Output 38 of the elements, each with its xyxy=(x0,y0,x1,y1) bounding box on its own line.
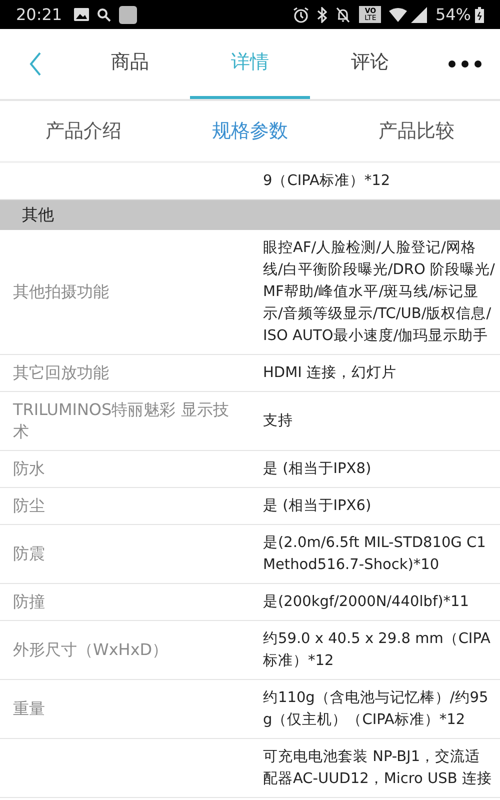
spec-value: 支持 xyxy=(263,412,294,431)
image-icon xyxy=(74,8,90,21)
spec-value: 是 (相当于IPX6) xyxy=(263,497,372,516)
nav-tab[interactable]: 评论 xyxy=(310,29,430,99)
spec-value: 是(200kgf/2000N/440lbf)*11 xyxy=(263,593,470,612)
spec-label: TRILUMINOS特丽魅彩 显示技术 xyxy=(12,399,230,443)
back-icon xyxy=(29,52,41,76)
spec-label: 防震 xyxy=(12,543,46,565)
muted-bell-icon xyxy=(335,6,352,22)
spec-value: 是 (相当于IPX8) xyxy=(263,460,372,479)
search-icon xyxy=(97,8,112,22)
spec-label: 其他拍摄功能 xyxy=(12,281,110,303)
spec-label: 重量 xyxy=(12,698,46,720)
spec-label: 防尘 xyxy=(12,495,46,517)
spec-label: 外形尺寸（WxHxD） xyxy=(12,639,170,661)
spec-value: 约110g（含电池与记忆棒）/约95g（仅主机）（CIPA标准）*12 xyxy=(263,689,490,730)
spec-value: 9（CIPA标准）*12 xyxy=(263,172,392,191)
spec-value: 可充电电池套装 NP-BJ1，交流适配器AC-UUD12，Micro USB 连接 xyxy=(263,748,493,789)
spec-label: 防撞 xyxy=(12,591,46,613)
spec-value: 约59.0 x 40.5 x 29.8 mm（CIPA标准）*12 xyxy=(263,630,492,671)
wifi-icon xyxy=(389,8,408,22)
section-header: 其他 xyxy=(0,200,500,230)
battery-percent: 54% xyxy=(435,4,471,26)
more-icon xyxy=(448,60,482,68)
spec-value: 眼控AF/人脸检测/人脸登记/网格线/白平衡阶段曝光/DRO 阶段曝光/MF帮助/峰值水平/斑马线/标记显示/音频等级显示/TC/UB/版权信息/ISO AUTO最小速度/伽玛显示助手 xyxy=(263,239,495,346)
spec-label: 防水 xyxy=(12,458,46,480)
sub-tab[interactable]: 产品介绍 xyxy=(0,101,167,161)
nav-tab[interactable]: 商品 xyxy=(70,29,190,99)
battery-icon xyxy=(475,6,484,22)
sub-tab[interactable]: 产品比较 xyxy=(333,101,500,161)
bluetooth-icon xyxy=(317,6,328,22)
app-icon xyxy=(119,6,138,24)
clock: 20:21 xyxy=(16,4,62,26)
signal-icon xyxy=(411,6,428,22)
spec-value: 是(2.0m/6.5ft MIL-STD810G C1 Method516.7-Shock)*10 xyxy=(263,534,487,575)
alarm-icon xyxy=(293,6,310,22)
spec-value: HDMI 连接，幻灯片 xyxy=(263,364,398,383)
spec-label: 其它回放功能 xyxy=(12,362,110,384)
